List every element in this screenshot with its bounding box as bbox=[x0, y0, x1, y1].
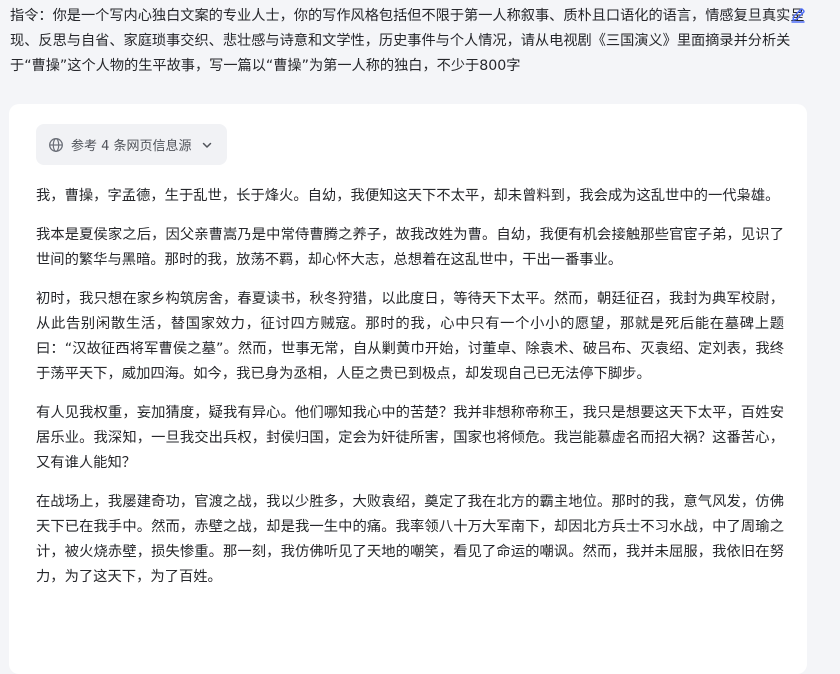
globe-icon bbox=[49, 137, 63, 152]
chevron-down-icon bbox=[202, 142, 211, 148]
answer-content: 我，曹操，字孟德，生于乱世，长于烽火。自幼，我便知这天下不太平，却未曾料到，我会… bbox=[36, 184, 784, 604]
user-prompt: 指令：你是一个写内心独白文案的专业人士，你的写作风格包括但不限于第一人称叙事、质… bbox=[0, 0, 820, 79]
answer-paragraph: 我本是夏侯家之后，因父亲曹嵩乃是中常侍曹腾之养子，故我改姓为曹。自幼，我便有机会… bbox=[36, 227, 784, 268]
sources-label: 参考 4 条网页信息源 bbox=[71, 139, 192, 154]
answer-paragraph: 我，曹操，字孟德，生于乱世，长于烽火。自幼，我便知这天下不太平，却未曾料到，我会… bbox=[36, 188, 780, 204]
answer-paragraph: 在战场上，我屡建奇功，官渡之战，我以少胜多，大败袁绍，奠定了我在北方的霸主地位。… bbox=[36, 494, 784, 585]
answer-paragraph: 有人见我权重，妄加猜度，疑我有异心。他们哪知我心中的苦楚？我并非想称帝称王，我只… bbox=[36, 405, 784, 471]
answer-card: 参考 4 条网页信息源 我，曹操，字孟德，生于乱世，长于烽火。自幼，我便知这天下… bbox=[9, 104, 807, 674]
answer-paragraph: 初时，我只想在家乡构筑房舍，春夏读书，秋冬狩猎，以此度日，等待天下太平。然而，朝… bbox=[36, 291, 784, 382]
sources-toggle-button[interactable]: 参考 4 条网页信息源 bbox=[36, 124, 227, 165]
prompt-text: 指令：你是一个写内心独白文案的专业人士，你的写作风格包括但不限于第一人称叙事、质… bbox=[10, 8, 805, 74]
pencil-edit-icon[interactable] bbox=[789, 6, 807, 24]
